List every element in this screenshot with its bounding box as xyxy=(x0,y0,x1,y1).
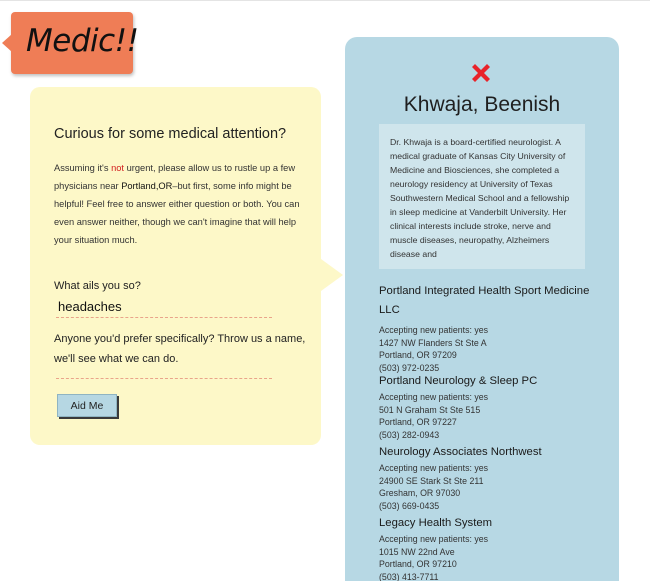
practice-name: Neurology Associates Northwest xyxy=(379,446,542,458)
intro-before: Assuming it's xyxy=(54,163,112,173)
accepting-patients: Accepting new patients: yes xyxy=(379,463,489,473)
practice-item: Portland Integrated Health Sport Medicin… xyxy=(379,282,599,374)
practice-phone: (503) 413-7711 xyxy=(379,571,439,581)
practice-phone: (503) 282-0943 xyxy=(379,429,440,440)
practice-city: Portland, OR 97227 xyxy=(379,417,457,427)
doctor-name: Khwaja, Beenish xyxy=(403,93,561,116)
practice-name: Legacy Health System xyxy=(379,517,493,529)
practice-phone: (503) 669-0435 xyxy=(379,500,440,511)
aid-me-button[interactable]: Aid Me xyxy=(57,394,117,417)
practice-street: 24900 SE Stark St Ste 211 xyxy=(379,475,484,486)
accepting-patients: Accepting new patients: yes xyxy=(379,392,489,402)
practice-item: Legacy Health System Accepting new patie… xyxy=(379,514,599,581)
intro-city: Portland,OR xyxy=(121,181,173,191)
logo-text: Medic!! xyxy=(26,23,139,59)
search-form-panel: Curious for some medical attention? Assu… xyxy=(30,87,343,445)
accepting-patients: Accepting new patients: yes xyxy=(379,325,489,335)
practice-city: Portland, OR 97210 xyxy=(379,559,457,569)
logo[interactable]: Medic!! xyxy=(2,12,139,74)
doctor-card: Khwaja, Beenish Dr. Khwaja is a board-ce… xyxy=(345,37,619,581)
practice-street: 1427 NW Flanders St Ste A xyxy=(379,337,487,348)
practice-city: Gresham, OR 97030 xyxy=(379,488,461,498)
ailment-label: What ails you so? xyxy=(54,280,141,292)
form-title: Curious for some medical attention? xyxy=(54,126,287,142)
practice-street: 501 N Graham St Ste 515 xyxy=(379,404,481,415)
doctor-bio: Dr. Khwaja is a board-certified neurolog… xyxy=(379,124,585,269)
practice-item: Portland Neurology & Sleep PC Accepting … xyxy=(379,372,599,441)
ailment-input[interactable] xyxy=(56,296,272,318)
doctor-preference-input[interactable] xyxy=(56,359,272,379)
practice-street: 1015 NW 22nd Ave xyxy=(379,546,455,557)
intro-not: not xyxy=(111,163,124,173)
practice-item: Neurology Associates Northwest Accepting… xyxy=(379,443,599,512)
practice-city: Portland, OR 97209 xyxy=(379,350,457,360)
red-cross-icon xyxy=(472,64,490,82)
intro-text: Assuming it's not urgent, please allow u… xyxy=(54,159,312,249)
top-border xyxy=(0,0,650,1)
practice-name: Portland Integrated Health Sport Medicin… xyxy=(379,285,590,316)
practice-name: Portland Neurology & Sleep PC xyxy=(379,375,538,387)
accepting-patients: Accepting new patients: yes xyxy=(379,534,489,544)
